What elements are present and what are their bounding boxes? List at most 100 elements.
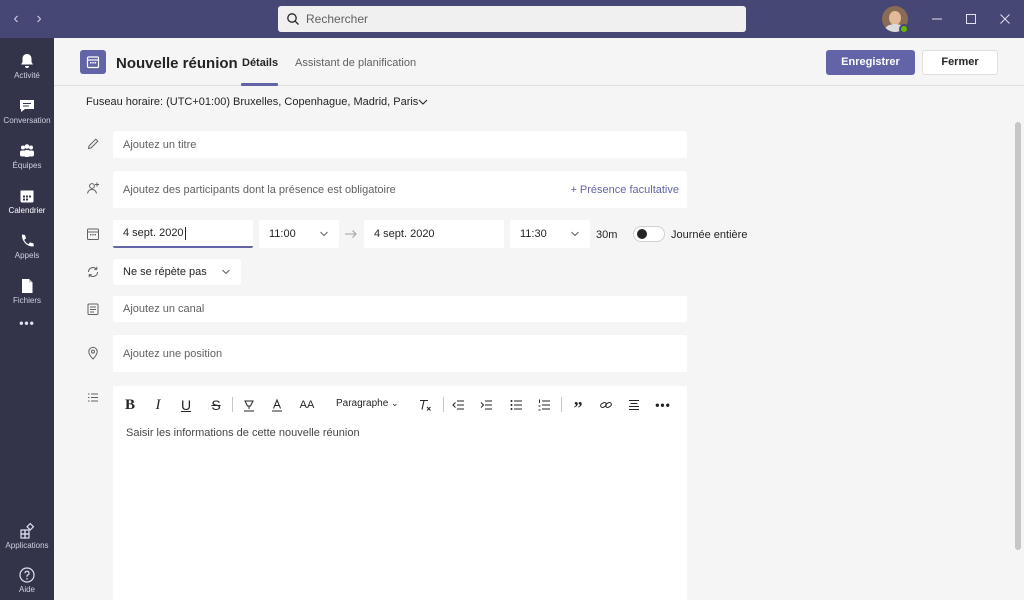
rail-label: Équipes [12, 161, 42, 170]
toggle-knob [637, 229, 647, 239]
rail-label: Conversation [3, 116, 51, 125]
rail-item-appels[interactable]: Appels [0, 224, 54, 268]
calendar-icon [20, 190, 34, 203]
editor-placeholder[interactable]: Saisir les informations de cette nouvell… [126, 427, 360, 439]
font-size-icon[interactable]: AA [298, 396, 316, 414]
tab-scheduling-assistant[interactable]: Assistant de planification [295, 57, 416, 69]
font-color-button[interactable] [270, 396, 284, 414]
decrease-indent-button[interactable] [450, 396, 466, 414]
phone-icon [21, 234, 34, 247]
calendar-icon [86, 56, 100, 69]
meeting-details-editor[interactable]: B I U S AA Paragraphe ⌄ ” ••• Saisir les… [113, 386, 687, 600]
close-icon[interactable] [996, 10, 1014, 28]
search-placeholder: Rechercher [306, 12, 369, 26]
tab-active-indicator [241, 83, 278, 86]
start-time-value: 11:00 [269, 228, 296, 240]
all-day-toggle[interactable] [633, 226, 665, 242]
save-button[interactable]: Enregistrer [826, 50, 915, 75]
rail-item-fichiers[interactable]: Fichiers [0, 269, 54, 313]
pencil-icon [87, 138, 99, 150]
numbered-list-icon [538, 399, 550, 411]
repeat-select[interactable]: Ne se répète pas [113, 259, 241, 285]
italic-button[interactable]: I [151, 396, 165, 414]
chevron-down-icon[interactable] [417, 96, 429, 108]
participants-placeholder: Ajoutez des participants dont la présenc… [123, 183, 396, 196]
paragraph-format-select[interactable]: Paragraphe ⌄ [336, 398, 399, 409]
chevron-down-icon [571, 231, 579, 237]
timezone-selector[interactable]: Fuseau horaire: (UTC+01:00) Bruxelles, C… [86, 96, 418, 108]
rail-item-equipes[interactable]: Équipes [0, 134, 54, 178]
start-date-input[interactable]: 4 sept. 2020 [113, 220, 253, 248]
search-icon [287, 13, 299, 25]
calendar-icon [87, 228, 99, 240]
bullet-list-icon [510, 400, 522, 410]
rail-item-activite[interactable]: Activité [0, 44, 54, 88]
details-list-icon [88, 393, 98, 402]
app-rail: Activité Conversation Équipes Calendrier… [0, 38, 54, 600]
chevron-left-icon[interactable]: ‹ [8, 10, 24, 28]
clear-formatting-icon [420, 399, 431, 411]
paragraph-label: Paragraphe [336, 398, 389, 409]
optional-attendees-link[interactable]: + Présence facultative [570, 184, 679, 196]
start-date-value: 4 sept. 2020 [123, 227, 184, 239]
all-day-label: Journée entière [671, 229, 748, 241]
rail-label: Fichiers [12, 296, 41, 305]
rail-item-aide[interactable]: Aide [0, 558, 54, 600]
title-bar: ‹ › Rechercher [0, 0, 1024, 38]
apps-icon [20, 522, 35, 539]
location-input[interactable]: Ajoutez une position [113, 335, 687, 372]
end-time-value: 11:30 [520, 228, 547, 240]
channel-icon [87, 303, 99, 315]
bold-button[interactable]: B [123, 396, 137, 414]
rail-label: Aide [18, 585, 35, 594]
title-input[interactable]: Ajoutez un titre [113, 131, 687, 158]
end-time-select[interactable]: 11:30 [510, 220, 590, 248]
more-options-button[interactable]: ••• [654, 396, 672, 414]
highlight-button[interactable] [241, 396, 257, 414]
participants-input[interactable]: Ajoutez des participants dont la présenc… [113, 171, 687, 208]
align-button[interactable] [626, 396, 642, 414]
bullet-list-button[interactable] [508, 396, 524, 414]
chevron-down-icon: ⌄ [391, 398, 399, 408]
help-icon [19, 567, 35, 583]
rail-item-conversation[interactable]: Conversation [0, 89, 54, 133]
link-icon [600, 402, 612, 408]
rail-label: Calendrier [8, 206, 46, 215]
link-button[interactable] [598, 396, 614, 414]
rail-label: Activité [14, 71, 40, 80]
tab-details[interactable]: Détails [242, 57, 278, 69]
search-input[interactable]: Rechercher [278, 6, 746, 32]
page-title: Nouvelle réunion [116, 55, 238, 72]
end-date-input[interactable]: 4 sept. 2020 [364, 220, 504, 248]
repeat-icon [88, 266, 98, 278]
numbered-list-button[interactable] [536, 396, 552, 414]
chevron-right-icon[interactable]: › [31, 10, 47, 28]
repeat-value: Ne se répète pas [123, 266, 207, 278]
clear-formatting-button[interactable] [417, 396, 433, 414]
channel-input[interactable]: Ajoutez un canal [113, 296, 687, 322]
minimize-icon[interactable] [928, 10, 946, 28]
rail-label: Applications [5, 541, 49, 550]
close-button[interactable]: Fermer [922, 50, 998, 75]
end-date-value: 4 sept. 2020 [374, 228, 435, 240]
presence-available-icon [899, 24, 909, 34]
increase-indent-button[interactable] [478, 396, 494, 414]
maximize-icon[interactable] [962, 10, 980, 28]
start-time-select[interactable]: 11:00 [259, 220, 339, 248]
chat-icon [20, 100, 34, 112]
chevron-down-icon [222, 269, 230, 275]
toolbar-divider [443, 397, 444, 412]
underline-button[interactable]: U [179, 396, 193, 414]
rail-item-calendrier[interactable]: Calendrier [0, 179, 54, 223]
rail-item-applications[interactable]: Applications [0, 514, 54, 558]
rail-label: Appels [14, 251, 40, 260]
duration-label: 30m [596, 229, 618, 241]
more-apps-button[interactable]: ••• [0, 316, 54, 338]
vertical-scrollbar[interactable] [1015, 122, 1021, 550]
quote-button[interactable]: ” [570, 396, 586, 418]
strikethrough-button[interactable]: S [209, 396, 223, 414]
meeting-header: Nouvelle réunion Détails Assistant de pl… [54, 38, 1024, 86]
location-pin-icon [88, 346, 98, 360]
file-icon [22, 279, 33, 293]
bell-icon [21, 54, 33, 68]
